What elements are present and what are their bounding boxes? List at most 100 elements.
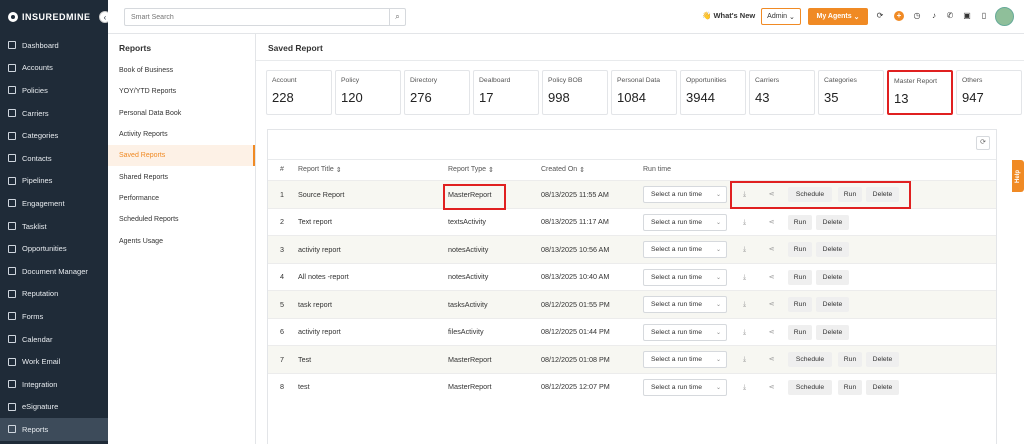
row-title[interactable]: test <box>298 374 310 401</box>
phone-icon[interactable]: ✆ <box>945 11 955 21</box>
whats-new-link[interactable]: 👋 What's New <box>702 11 755 20</box>
row-title[interactable]: Test <box>298 346 311 373</box>
help-tab[interactable]: Help <box>1012 160 1024 192</box>
delete-button[interactable]: Delete <box>816 269 849 285</box>
run-button[interactable]: Run <box>838 379 862 395</box>
submenu-item-activity-reports[interactable]: Activity Reports <box>108 124 255 145</box>
stat-card-policy-bob[interactable]: Policy BOB 998 <box>542 70 608 115</box>
row-title[interactable]: All notes -report <box>298 264 349 291</box>
header-type[interactable]: Report Type ⇕ <box>448 160 494 179</box>
add-icon[interactable]: + <box>894 11 904 21</box>
submenu-item-shared-reports[interactable]: Shared Reports <box>108 166 255 187</box>
download-icon[interactable]: ⤓ <box>740 355 749 364</box>
submenu-item-agents-usage[interactable]: Agents Usage <box>108 230 255 251</box>
sidebar-item-forms[interactable]: Forms <box>0 305 108 328</box>
stat-card-master-report[interactable]: Master Report 13 <box>887 70 953 115</box>
sidebar-item-categories[interactable]: Categories <box>0 124 108 147</box>
delete-button[interactable]: Delete <box>866 352 899 367</box>
sidebar-item-esignature[interactable]: eSignature <box>0 396 108 419</box>
sidebar-item-reports[interactable]: Reports <box>0 418 108 441</box>
sidebar-item-work-email[interactable]: Work Email <box>0 350 108 373</box>
run-time-select[interactable]: Select a run time ⌄ <box>643 268 727 286</box>
mobile-icon[interactable]: ▯ <box>979 11 989 21</box>
sidebar-item-tasklist[interactable]: Tasklist <box>0 215 108 238</box>
run-button[interactable]: Run <box>788 269 812 285</box>
share-icon[interactable]: ⋖ <box>767 383 776 392</box>
row-title[interactable]: Source Report <box>298 181 344 208</box>
clock-icon[interactable]: ◷ <box>912 11 922 21</box>
avatar[interactable] <box>995 7 1014 26</box>
share-icon[interactable]: ⋖ <box>767 218 776 227</box>
sidebar-item-dashboard[interactable]: Dashboard <box>0 34 108 57</box>
schedule-button[interactable]: Schedule <box>788 352 832 367</box>
header-created[interactable]: Created On ⇕ <box>541 160 585 179</box>
share-icon[interactable]: ⋖ <box>767 300 776 309</box>
delete-button[interactable]: Delete <box>816 242 849 257</box>
share-icon[interactable]: ⋖ <box>767 328 776 337</box>
app-logo[interactable]: INSUREDMINE <box>0 0 108 34</box>
share-icon[interactable]: ⋖ <box>767 273 776 282</box>
stat-card-others[interactable]: Others 947 <box>956 70 1022 115</box>
row-title[interactable]: activity report <box>298 236 341 263</box>
run-time-select[interactable]: Select a run time ⌄ <box>643 351 727 368</box>
sidebar-item-policies[interactable]: Policies <box>0 79 108 102</box>
download-icon[interactable]: ⤓ <box>740 300 749 309</box>
row-title[interactable]: Text report <box>298 209 332 236</box>
stat-card-policy[interactable]: Policy 120 <box>335 70 401 115</box>
stat-card-personal-data[interactable]: Personal Data 1084 <box>611 70 677 115</box>
download-icon[interactable]: ⤓ <box>740 328 749 337</box>
sidebar-item-contacts[interactable]: Contacts <box>0 147 108 170</box>
submenu-item-scheduled-reports[interactable]: Scheduled Reports <box>108 209 255 230</box>
download-icon[interactable]: ⤓ <box>740 218 749 227</box>
refresh-icon[interactable]: ⟳ <box>976 136 990 150</box>
admin-select[interactable]: Admin ⌄ <box>761 8 801 25</box>
sidebar-item-calendar[interactable]: Calendar <box>0 328 108 351</box>
sync-icon[interactable]: ⟳ <box>875 11 885 21</box>
sidebar-item-accounts[interactable]: Accounts <box>0 57 108 80</box>
sidebar-item-engagement[interactable]: Engagement <box>0 192 108 215</box>
download-icon[interactable]: ⤓ <box>740 273 749 282</box>
submenu-item-performance[interactable]: Performance <box>108 188 255 209</box>
search-input[interactable] <box>125 9 389 25</box>
run-time-select[interactable]: Select a run time ⌄ <box>643 241 727 258</box>
sidebar-item-carriers[interactable]: Carriers <box>0 102 108 125</box>
row-title[interactable]: task report <box>298 291 332 318</box>
stat-card-categories[interactable]: Categories 35 <box>818 70 884 115</box>
schedule-button[interactable]: Schedule <box>788 379 832 395</box>
run-button[interactable]: Run <box>838 352 862 367</box>
sidebar-item-pipelines[interactable]: Pipelines <box>0 170 108 193</box>
delete-button[interactable]: Delete <box>816 324 849 340</box>
sidebar-item-reputation[interactable]: Reputation <box>0 283 108 306</box>
my-agents-button[interactable]: My Agents ⌄ <box>808 8 868 25</box>
bell-icon[interactable]: ♪ <box>929 11 939 21</box>
sidebar-item-opportunities[interactable]: Opportunities <box>0 237 108 260</box>
share-icon[interactable]: ⋖ <box>767 355 776 364</box>
run-time-select[interactable]: Select a run time ⌄ <box>643 378 727 396</box>
run-time-select[interactable]: Select a run time ⌄ <box>643 296 727 313</box>
run-time-select[interactable]: Select a run time ⌄ <box>643 323 727 341</box>
download-icon[interactable]: ⤓ <box>740 383 749 392</box>
submenu-item-saved-reports[interactable]: Saved Reports <box>108 145 255 167</box>
run-time-select[interactable]: Select a run time ⌄ <box>643 213 727 231</box>
stat-card-dealboard[interactable]: Dealboard 17 <box>473 70 539 115</box>
search-icon[interactable]: ⌕ <box>389 9 405 25</box>
run-time-select[interactable]: Select a run time ⌄ <box>643 186 727 203</box>
delete-button[interactable]: Delete <box>816 297 849 312</box>
run-button[interactable]: Run <box>788 242 812 257</box>
run-button[interactable]: Run <box>788 297 812 312</box>
submenu-item-personal-data-book[interactable]: Personal Data Book <box>108 103 255 124</box>
run-button[interactable]: Run <box>788 214 812 230</box>
stat-card-account[interactable]: Account 228 <box>266 70 332 115</box>
row-title[interactable]: activity report <box>298 319 341 346</box>
submenu-item-yoy-ytd-reports[interactable]: YOY/YTD Reports <box>108 81 255 102</box>
delete-button[interactable]: Delete <box>816 214 849 230</box>
download-icon[interactable]: ⤓ <box>740 245 749 254</box>
delete-button[interactable]: Delete <box>866 379 899 395</box>
run-button[interactable]: Run <box>788 324 812 340</box>
stat-card-opportunities[interactable]: Opportunities 3944 <box>680 70 746 115</box>
chip-icon[interactable]: ▣ <box>962 11 972 21</box>
share-icon[interactable]: ⋖ <box>767 245 776 254</box>
stat-card-carriers[interactable]: Carriers 43 <box>749 70 815 115</box>
sidebar-item-integration[interactable]: Integration <box>0 373 108 396</box>
header-title[interactable]: Report Title ⇕ <box>298 160 342 179</box>
